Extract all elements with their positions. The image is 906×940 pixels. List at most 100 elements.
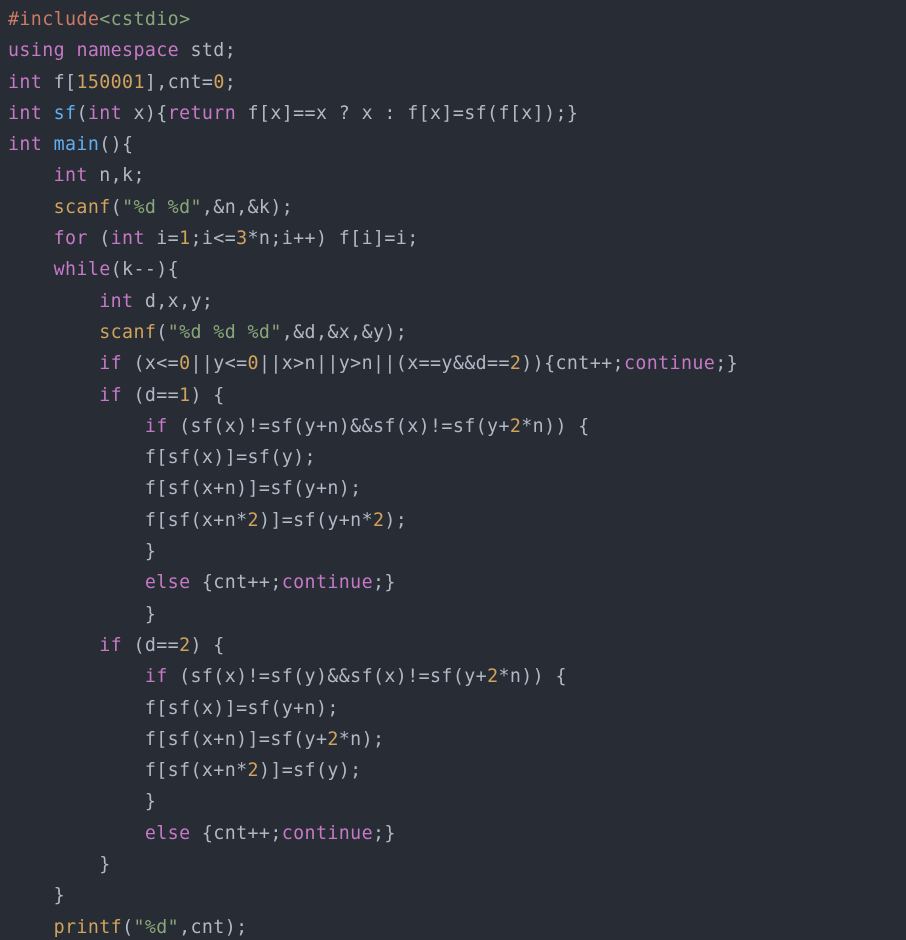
code-token-kw: if — [99, 385, 122, 406]
code-token-num: 150001 — [76, 72, 144, 93]
code-token-id: } — [8, 885, 65, 906]
code-token-id: ||x>n||y>n||(x==y&&d== — [259, 353, 510, 374]
code-line: if (sf(x)!=sf(y)&&sf(x)!=sf(y+2*n)) { — [8, 666, 567, 687]
code-token-inc: <cstdio> — [99, 9, 190, 30]
code-line: f[sf(x+n*2)]=sf(y+n*2); — [8, 510, 407, 531]
code-line: f[sf(x+n)]=sf(y+n); — [8, 478, 362, 499]
code-line: else {cnt++;continue;} — [8, 823, 396, 844]
code-token-id: ( — [88, 228, 111, 249]
code-token-id: ,&n,&k); — [202, 197, 293, 218]
code-token-id: ;i<= — [191, 228, 237, 249]
code-line: #include<cstdio> — [8, 9, 191, 30]
code-line: } — [8, 791, 156, 812]
code-token-id: f[sf(x+n)]=sf(y+ — [8, 729, 327, 750]
code-token-id: ; — [225, 72, 236, 93]
code-token-id: f[sf(x+n)]=sf(y+n); — [8, 478, 362, 499]
code-token-kw: else — [145, 823, 191, 844]
code-token-id — [8, 353, 99, 374]
code-token-id: ) { — [191, 635, 225, 656]
code-token-id — [8, 416, 145, 437]
code-editor-view: #include<cstdio> using namespace std; in… — [0, 0, 906, 940]
code-token-id: std; — [179, 40, 236, 61]
code-token-id: f[x]==x ? x : f[x]=sf(f[x]);} — [236, 103, 578, 124]
code-token-num: 3 — [236, 228, 247, 249]
code-token-id: (){ — [99, 134, 133, 155]
code-token-call: scanf — [54, 197, 111, 218]
code-token-id: ); — [384, 510, 407, 531]
code-token-id — [8, 572, 145, 593]
code-line: if (x<=0||y<=0||x>n||y>n||(x==y&&d==2)){… — [8, 353, 738, 374]
code-token-kw: for — [54, 228, 88, 249]
code-token-str: "%d" — [133, 917, 179, 938]
code-token-type: int — [8, 134, 42, 155]
code-token-num: 2 — [179, 635, 190, 656]
code-line: int main(){ — [8, 134, 133, 155]
code-token-kw: namespace — [76, 40, 179, 61]
code-token-id: ( — [156, 322, 167, 343]
code-token-id: d,x,y; — [133, 291, 213, 312]
code-token-id: x){ — [122, 103, 168, 124]
code-token-kw: continue — [282, 823, 373, 844]
code-token-id: *n); — [339, 729, 385, 750]
code-token-id: i= — [145, 228, 179, 249]
code-line: if (d==1) { — [8, 385, 225, 406]
code-token-num: 2 — [248, 760, 259, 781]
code-token-id: ,cnt); — [179, 917, 247, 938]
code-line: while(k--){ — [8, 259, 179, 280]
code-token-id — [8, 165, 54, 186]
code-token-kw: if — [99, 635, 122, 656]
code-token-call: printf — [54, 917, 122, 938]
code-line: f[sf(x)]=sf(y+n); — [8, 698, 339, 719]
code-token-id — [8, 322, 99, 343]
code-token-str: "%d %d %d" — [168, 322, 282, 343]
code-token-id: f[ — [42, 72, 76, 93]
code-token-id — [42, 134, 53, 155]
code-token-id: } — [8, 604, 156, 625]
code-token-kw: continue — [282, 572, 373, 593]
code-token-id: ],cnt= — [145, 72, 213, 93]
code-token-id: ;} — [373, 823, 396, 844]
code-token-id — [8, 259, 54, 280]
code-line: } — [8, 541, 156, 562]
code-token-kw: continue — [624, 353, 715, 374]
code-token-fn: main — [54, 134, 100, 155]
code-token-id: ;} — [373, 572, 396, 593]
code-token-type: int — [8, 72, 42, 93]
code-token-num: 2 — [327, 729, 338, 750]
code-token-id — [8, 823, 145, 844]
code-token-id — [8, 666, 145, 687]
code-token-kw: using — [8, 40, 65, 61]
code-token-type: int — [88, 103, 122, 124]
code-line: if (d==2) { — [8, 635, 225, 656]
code-token-id: f[sf(x+n* — [8, 510, 248, 531]
code-token-id: } — [8, 791, 156, 812]
code-token-id: )){cnt++; — [521, 353, 624, 374]
code-line: int sf(int x){return f[x]==x ? x : f[x]=… — [8, 103, 578, 124]
code-token-type: int — [111, 228, 145, 249]
code-token-num: 2 — [510, 353, 521, 374]
code-token-id — [8, 385, 99, 406]
code-token-id: (d== — [122, 635, 179, 656]
code-token-id: ( — [122, 917, 133, 938]
code-line: scanf("%d %d %d",&d,&x,&y); — [8, 322, 407, 343]
code-token-id — [8, 635, 99, 656]
code-token-id: {cnt++; — [191, 823, 282, 844]
code-token-call: scanf — [99, 322, 156, 343]
code-token-num: 0 — [248, 353, 259, 374]
code-token-id: ||y<= — [191, 353, 248, 374]
code-token-str: "%d %d" — [122, 197, 202, 218]
code-line: f[sf(x+n)]=sf(y+2*n); — [8, 729, 384, 750]
code-token-id: *n)) { — [498, 666, 566, 687]
code-token-id — [8, 197, 54, 218]
code-token-id: f[sf(x)]=sf(y+n); — [8, 698, 339, 719]
code-line: for (int i=1;i<=3*n;i++) f[i]=i; — [8, 228, 419, 249]
code-token-id: (sf(x)!=sf(y+n)&&sf(x)!=sf(y+ — [168, 416, 510, 437]
code-token-num: 2 — [487, 666, 498, 687]
code-token-num: 0 — [213, 72, 224, 93]
code-line: } — [8, 854, 111, 875]
code-line: else {cnt++;continue;} — [8, 572, 396, 593]
code-token-id: ) { — [191, 385, 225, 406]
code-line: int d,x,y; — [8, 291, 213, 312]
code-token-id: ;} — [715, 353, 738, 374]
code-line: int n,k; — [8, 165, 145, 186]
